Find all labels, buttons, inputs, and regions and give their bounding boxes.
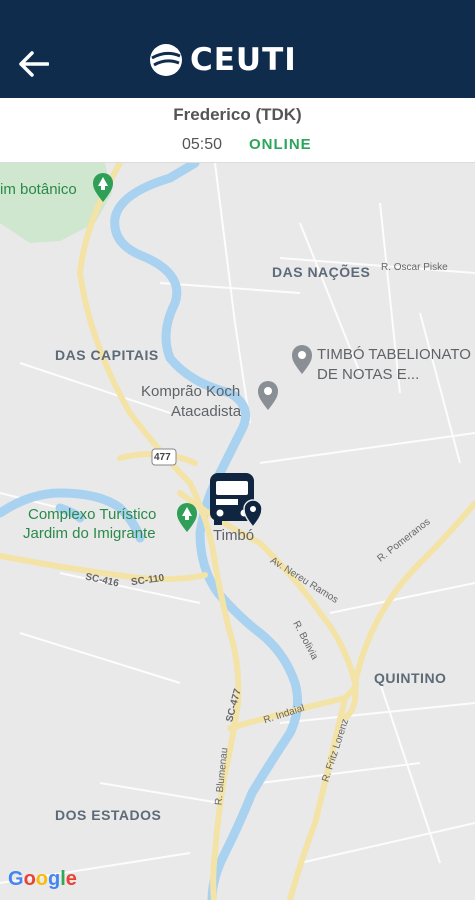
trip-info-bar: Frederico (TDK) 05:50 ONLINE	[0, 98, 475, 163]
place-label: im botânico	[0, 181, 77, 198]
logo-text: CEUTI	[190, 42, 297, 78]
place-pin-icon	[292, 345, 312, 374]
trip-time: 05:50	[182, 136, 223, 153]
street-label: R. Oscar Piske	[381, 262, 448, 273]
tree-pin-icon	[177, 503, 197, 532]
place-label: Complexo Turístico	[28, 506, 157, 523]
place-label: TIMBÓ TABELIONATO	[317, 346, 471, 363]
back-button[interactable]	[14, 44, 54, 84]
app-logo: CEUTI	[148, 40, 297, 80]
map-view[interactable]: im botânico DAS NAÇÕES R. Oscar Piske DA…	[0, 163, 475, 900]
route-shield-label: 477	[154, 452, 171, 463]
arrow-left-icon	[19, 51, 49, 77]
bus-location-icon[interactable]	[208, 471, 266, 531]
place-label-line2: DE NOTAS E...	[317, 366, 420, 383]
app-header: CEUTI	[0, 0, 475, 98]
tree-pin-icon	[93, 173, 113, 202]
area-label: DAS CAPITAIS	[55, 347, 159, 363]
area-label: DOS ESTADOS	[55, 807, 162, 823]
google-attribution[interactable]: Google	[8, 868, 77, 891]
place-label: Komprão Koch	[141, 383, 241, 400]
status-badge: ONLINE	[249, 136, 312, 153]
place-label-line2: Jardim do Imigrante	[23, 525, 156, 542]
area-label: DAS NAÇÕES	[272, 264, 371, 280]
area-label: QUINTINO	[374, 670, 447, 686]
place-pin-icon	[258, 381, 278, 410]
driver-name: Frederico (TDK)	[173, 105, 302, 124]
place-label-line2: Atacadista	[171, 403, 242, 420]
ceuti-logo-icon	[150, 44, 182, 76]
